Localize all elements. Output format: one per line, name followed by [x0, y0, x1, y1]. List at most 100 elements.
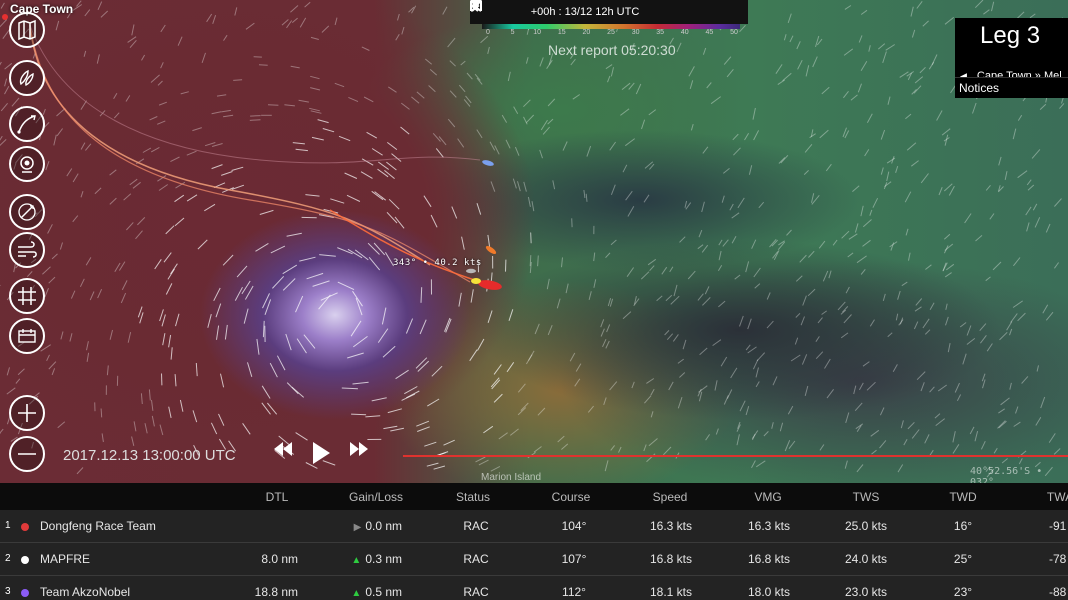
notices-link[interactable]: Notices [959, 81, 999, 95]
gain-arrow-icon: ▲ [351, 588, 362, 599]
map-book-icon [18, 19, 36, 41]
island-label: Marion Island [481, 472, 542, 483]
team-color-dot [21, 556, 29, 564]
grid-icon [18, 287, 36, 305]
boat-dongfeng[interactable] [477, 278, 502, 291]
col-tws[interactable]: TWS [853, 490, 880, 504]
speed-value: 16.8 kts [649, 552, 693, 566]
rewind-icon [274, 442, 292, 456]
gain-text: 0.0 nm [365, 519, 402, 533]
course-value: 104° [561, 519, 587, 533]
boat-grey[interactable] [466, 268, 476, 274]
col-gain-loss[interactable]: Gain/Loss [349, 490, 403, 504]
vmg-value: 16.8 kts [747, 552, 791, 566]
play-icon [313, 442, 330, 464]
col-dtl[interactable]: DTL [266, 490, 289, 504]
scale-tick: 40 [680, 29, 689, 36]
gain-value: ▲ 0.5 nm [351, 585, 402, 599]
twd-value: 25° [953, 552, 973, 566]
map-book-button[interactable] [9, 12, 45, 48]
boat-mapfre[interactable] [471, 278, 481, 284]
col-twd[interactable]: TWD [949, 490, 976, 504]
wind-scale-ticks: 0 5 10 15 20 25 30 35 40 45 50 [482, 29, 740, 37]
col-twa[interactable]: TWA [1047, 490, 1068, 504]
team-color-dot [21, 589, 29, 597]
track-layer [2, 14, 502, 291]
col-vmg[interactable]: VMG [754, 490, 781, 504]
row-rank: 1 [5, 520, 11, 531]
dtl-value: 18.8 nm [254, 585, 298, 599]
tws-value: 23.0 kts [844, 585, 888, 599]
scale-tick: 0 [486, 29, 490, 36]
boat-akzonobel[interactable] [482, 159, 495, 167]
col-course[interactable]: Course [552, 490, 591, 504]
route-button[interactable] [9, 106, 45, 142]
status-value: RAC [463, 519, 489, 533]
fast-forward-button[interactable] [350, 442, 370, 468]
gain-text: 0.5 nm [365, 585, 402, 599]
scale-tick: 25 [607, 29, 615, 36]
scale-tick: 30 [631, 29, 640, 36]
twa-value: -91 [1049, 519, 1067, 533]
gain-text: 0.3 nm [365, 552, 402, 566]
boat-readout: 343° • 40.2 kts [393, 258, 482, 268]
zoom-out-button[interactable] [9, 436, 45, 472]
gain-arrow-icon: ▶ [353, 522, 362, 533]
zoom-in-button[interactable] [9, 395, 45, 431]
row-rank: 3 [5, 586, 11, 597]
course-value: 107° [561, 552, 587, 566]
vmg-value: 16.3 kts [747, 519, 791, 533]
speed-value: 16.3 kts [649, 519, 693, 533]
route-icon [17, 115, 36, 134]
cursor-coordinates: 40°52.56'S • 032° [970, 466, 1043, 483]
status-value: RAC [463, 585, 489, 599]
wind-icon [18, 241, 37, 258]
forecast-time-label[interactable]: +00h : 13/12 12h UTC [531, 6, 640, 18]
camera-icon [20, 156, 34, 173]
boat-orange[interactable] [485, 245, 498, 256]
table-row[interactable]: 2 MAPFRE 8.0 nm ▲ 0.3 nm RAC 107° 16.8 kt… [0, 543, 1068, 576]
boats-icon [19, 69, 34, 87]
calendar-button[interactable] [9, 318, 45, 354]
table-header: DTL Gain/Loss Status Course Speed VMG TW… [0, 483, 1068, 510]
grid-button[interactable] [9, 278, 45, 314]
tws-value: 24.0 kts [844, 552, 888, 566]
playback-datetime: 2017.12.13 13:00:00 UTC [63, 447, 236, 464]
camera-button[interactable] [9, 146, 45, 182]
timeline-progress[interactable] [403, 455, 1068, 457]
scale-tick: 20 [582, 29, 591, 36]
scale-tick: 10 [533, 29, 542, 36]
notices-bar[interactable]: Notices [955, 77, 1068, 98]
weather-map[interactable]: Cape Town 343° • 40.2 kts 2017.12.13 13:… [0, 0, 1068, 483]
scale-tick: 45 [705, 29, 714, 36]
play-button[interactable] [312, 442, 334, 468]
twd-value: 16° [953, 519, 973, 533]
minus-icon [18, 453, 36, 455]
team-name: Dongfeng Race Team [40, 519, 156, 533]
compass-button[interactable] [9, 194, 45, 230]
plus-icon [18, 404, 36, 422]
boats-button[interactable] [9, 60, 45, 96]
table-row[interactable]: 1 Dongfeng Race Team ▶ 0.0 nm RAC 104° 16… [0, 510, 1068, 543]
vmg-value: 18.0 kts [747, 585, 791, 599]
table-row[interactable]: 3 Team AkzoNobel 18.8 nm ▲ 0.5 nm RAC 112… [0, 576, 1068, 600]
leg-panel: Leg 3 ◀ Cape Town » Mel Notices [955, 18, 1068, 98]
calendar-icon [18, 329, 36, 343]
skip-end-icon [470, 0, 482, 12]
course-value: 112° [562, 585, 586, 599]
scale-tick: 5 [510, 29, 515, 36]
scale-tick: 15 [557, 29, 566, 36]
twd-value: 23° [953, 585, 973, 599]
rewind-button[interactable] [274, 442, 294, 468]
team-color-dot [21, 523, 29, 531]
team-name: MAPFRE [40, 552, 91, 566]
gain-arrow-icon: ▲ [351, 555, 362, 566]
tws-value: 25.0 kts [844, 519, 888, 533]
start-marker [2, 14, 8, 20]
col-speed[interactable]: Speed [653, 490, 688, 504]
row-rank: 2 [5, 553, 11, 564]
col-status[interactable]: Status [456, 490, 490, 504]
wind-button[interactable] [9, 232, 45, 268]
scale-tick: 50 [730, 29, 738, 36]
gain-value: ▲ 0.3 nm [351, 552, 402, 566]
